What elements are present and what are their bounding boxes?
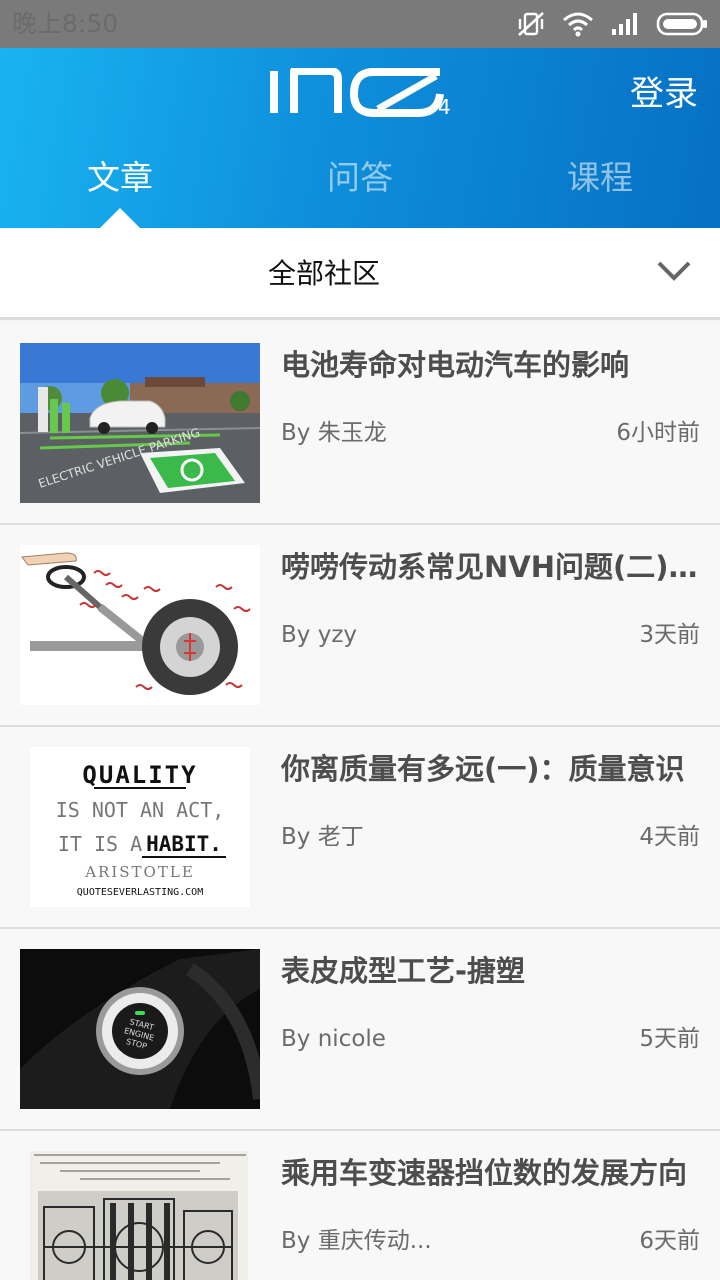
status-icons [516, 10, 708, 38]
quote-author: ARISTOTLE [84, 863, 195, 881]
article-title: 乘用车变速器挡位数的发展方向 [281, 1156, 688, 1190]
tab-qa[interactable]: 问答 [240, 152, 480, 204]
article-author: By 老丁 [281, 824, 364, 850]
article-time: 5天前 [639, 1026, 700, 1052]
article-time: 3天前 [639, 622, 700, 648]
article-item[interactable]: ELECTRIC VEHICLE PARKING 电池寿命对电动汽车的影响 By… [0, 323, 720, 525]
article-item[interactable]: QUALITY IS NOT AN ACT, IT IS A HABIT. AR… [0, 727, 720, 929]
tab-articles[interactable]: 文章 [0, 152, 240, 204]
article-thumbnail: START ENGINE STOP [20, 949, 260, 1109]
ino-logo: 4 [270, 68, 451, 118]
article-thumbnail [20, 545, 260, 705]
wifi-icon [563, 12, 593, 37]
article-title: 电池寿命对电动汽车的影响 [281, 348, 630, 382]
article-title: 表皮成型工艺-搪塑 [281, 954, 526, 988]
article-thumbnail: QUALITY IS NOT AN ACT, IT IS A HABIT. AR… [20, 747, 260, 907]
battery-icon [656, 12, 707, 36]
community-filter-label: 全部社区 [267, 257, 380, 290]
tab-courses[interactable]: 课程 [480, 152, 720, 204]
article-time: 6小时前 [616, 420, 700, 446]
app-header: 4 登录 文章 问答 课程 [0, 48, 720, 228]
article-time: 4天前 [639, 824, 700, 850]
article-author: By yzy [281, 622, 357, 648]
article-title: 你离质量有多远(一)：质量意识 [281, 752, 685, 786]
signal-icon [612, 13, 637, 35]
quote-line-3: IT IS A [58, 832, 142, 856]
login-button[interactable]: 登录 [630, 72, 698, 116]
community-filter[interactable]: 全部社区 [0, 228, 720, 320]
quote-line-1: QUALITY [82, 761, 197, 789]
svg-text:4: 4 [438, 95, 451, 118]
article-author: By 重庆传动... [281, 1228, 432, 1254]
quote-source: QUOTESEVERLASTING.COM [77, 887, 203, 898]
active-tab-indicator [100, 208, 140, 228]
quote-line-2: IS NOT AN ACT, [56, 798, 225, 822]
article-thumbnail [20, 1151, 260, 1280]
article-author: By 朱玉龙 [281, 420, 387, 446]
article-item[interactable]: 唠唠传动系常见NVH问题(二) 转向盘抖动 By yzy 3天前 [0, 525, 720, 727]
tab-bar: 文章 问答 课程 [0, 152, 720, 212]
status-bar: 晚上8:50 [0, 0, 720, 48]
article-item[interactable]: START ENGINE STOP 表皮成型工艺-搪塑 By nicole 5天… [0, 929, 720, 1131]
chevron-down-icon[interactable] [656, 258, 692, 284]
article-item[interactable]: 乘用车变速器挡位数的发展方向 By 重庆传动... 6天前 [0, 1131, 720, 1280]
article-time: 6天前 [639, 1228, 700, 1254]
article-author: By nicole [281, 1026, 386, 1052]
mute-vibrate-icon [518, 12, 544, 36]
quote-line-4: HABIT. [146, 832, 222, 856]
article-list: ELECTRIC VEHICLE PARKING 电池寿命对电动汽车的影响 By… [0, 323, 720, 1280]
article-title: 唠唠传动系常见NVH问题(二) 转向盘抖动 [281, 550, 701, 584]
article-thumbnail: ELECTRIC VEHICLE PARKING [20, 343, 260, 503]
